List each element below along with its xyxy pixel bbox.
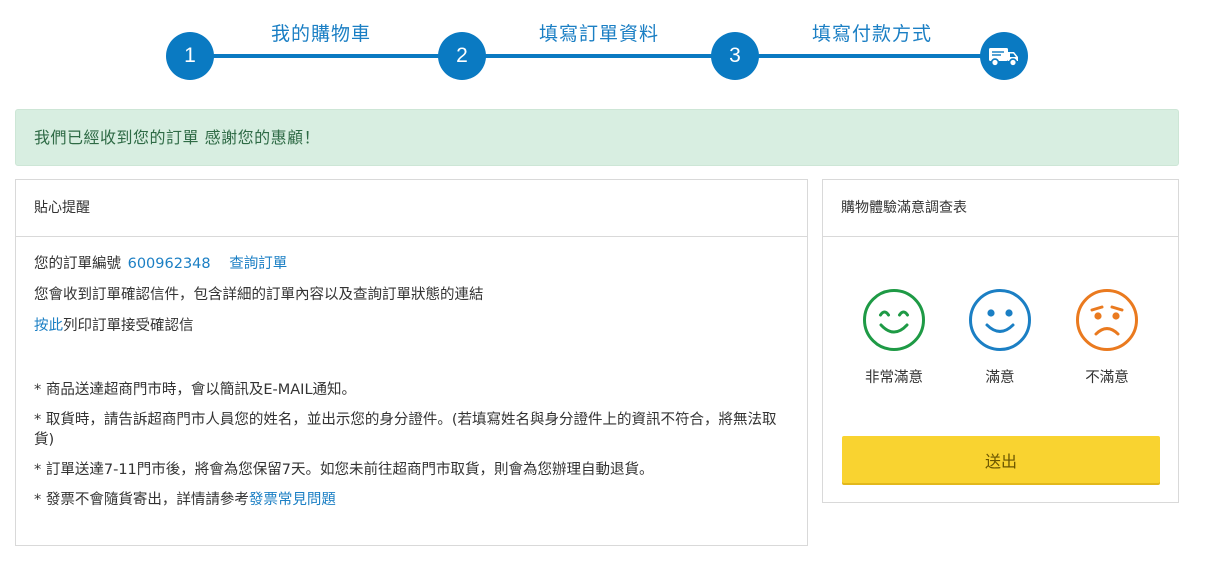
note-item: * 商品送達超商門市時，會以簡訊及E-MAIL通知。: [34, 382, 357, 398]
invoice-faq-link[interactable]: 發票常見問題: [249, 492, 336, 508]
notice-panel: 貼心提醒 您的訂單編號 600962348 查詢訂單 您會收到訂單確認信件，包含…: [15, 179, 808, 546]
step-final-circle: [980, 32, 1028, 80]
order-number-value: 600962348: [127, 256, 211, 272]
smile-face-icon: [969, 289, 1031, 351]
step-3-circle: 3: [711, 32, 759, 80]
option-label: 不滿意: [1085, 370, 1129, 386]
note-item: * 取貨時，請告訴超商門市人員您的姓名，並出示您的身分證件。(若填寫姓名與身分證…: [34, 412, 777, 448]
option-very-satisfied[interactable]: 非常滿意: [844, 288, 944, 387]
query-order-link[interactable]: 查詢訂單: [229, 256, 287, 272]
order-success-alert: 我們已經收到您的訂單 感謝您的惠顧！: [15, 109, 1179, 166]
notice-title: 貼心提醒: [16, 180, 807, 237]
option-label: 非常滿意: [865, 370, 923, 386]
sad-face-icon: [1076, 289, 1138, 351]
option-satisfied[interactable]: 滿意: [950, 288, 1050, 387]
step-2-circle: 2: [438, 32, 486, 80]
very-happy-face-icon: [863, 289, 925, 351]
truck-icon: [989, 48, 1018, 67]
print-text: 列印訂單接受確認信: [63, 318, 194, 334]
email-info-text: 您會收到訂單確認信件，包含詳細的訂單內容以及查詢訂單狀態的連結: [34, 287, 484, 303]
print-here-link[interactable]: 按此: [34, 318, 63, 334]
print-row: 按此列印訂單接受確認信: [34, 316, 789, 336]
step-label-payment: 填寫付款方式: [811, 23, 932, 45]
option-label: 滿意: [985, 370, 1015, 386]
step-label-order-info: 填寫訂單資料: [538, 23, 659, 45]
survey-panel: 購物體驗滿意調查表 非常滿意 滿意 不滿意 送出: [822, 179, 1179, 503]
notes-list: * 商品送達超商門市時，會以簡訊及E-MAIL通知。 * 取貨時，請告訴超商門市…: [34, 380, 789, 510]
option-dissatisfied[interactable]: 不滿意: [1057, 288, 1157, 387]
submit-survey-button[interactable]: 送出: [842, 436, 1160, 483]
satisfaction-options: 非常滿意 滿意 不滿意: [823, 288, 1178, 398]
step-1-circle: 1: [166, 32, 214, 80]
survey-title: 購物體驗滿意調查表: [823, 180, 1178, 237]
order-number-label: 您的訂單編號: [34, 256, 121, 272]
order-number-row: 您的訂單編號 600962348 查詢訂單: [34, 254, 789, 274]
checkout-progress: 我的購物車 填寫訂單資料 填寫付款方式 1 2 3: [0, 0, 1213, 100]
notice-body: 您的訂單編號 600962348 查詢訂單 您會收到訂單確認信件，包含詳細的訂單…: [16, 237, 807, 510]
invoice-note: * 發票不會隨貨寄出，詳情請參考發票常見問題: [34, 490, 789, 510]
note-item: * 訂單送達7-11門市後，將會為您保留7天。如您未前往超商門市取貨，則會為您辦…: [34, 462, 654, 478]
invoice-text: * 發票不會隨貨寄出，詳情請參考: [34, 492, 249, 508]
progress-line: [190, 54, 1005, 58]
step-label-cart: 我的購物車: [270, 23, 371, 45]
